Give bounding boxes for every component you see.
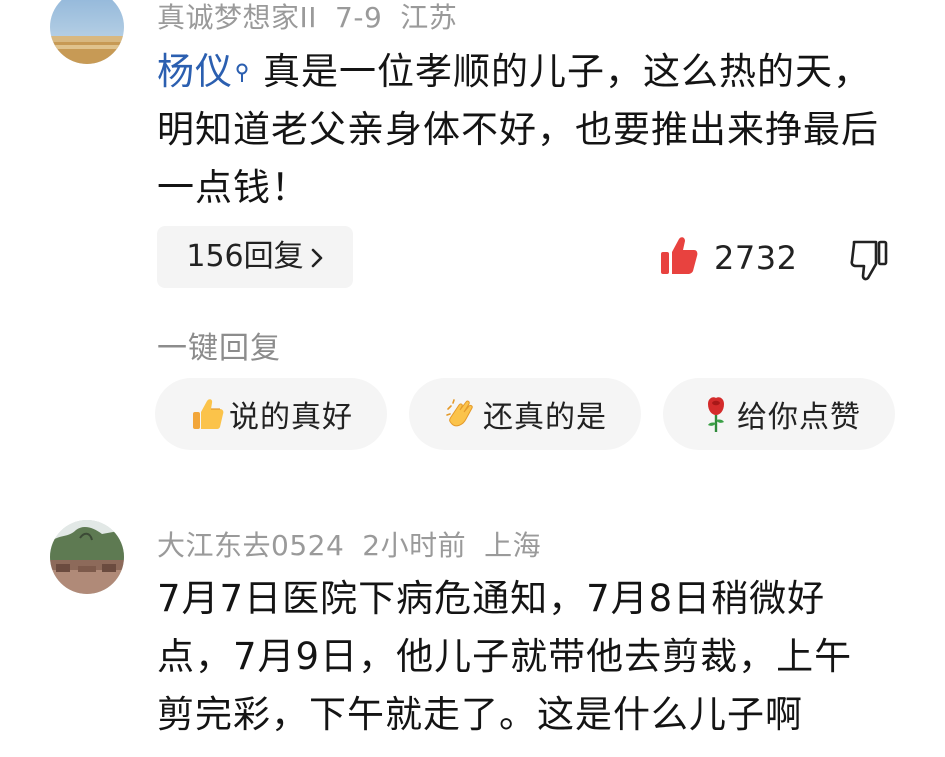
- quick-reply-text: 还真的是: [483, 400, 607, 435]
- thumbs-up-emoji-icon: [189, 395, 227, 433]
- comment-time: 2小时前: [362, 529, 467, 562]
- quick-reply-text: 给你点赞: [737, 400, 861, 435]
- like-count: 2732: [714, 239, 798, 277]
- search-person-icon[interactable]: [235, 47, 249, 105]
- comment-item: 大江东去0524 2小时前 上海 7月7日医院下病危通知，7月8日稍微好点，7月9日…: [0, 470, 945, 757]
- quick-reply-option[interactable]: 给你点赞: [663, 378, 895, 450]
- comment-item: 真诚梦想家II 7-9 江苏 杨仪 真是一位孝顺的儿子，这么热的天，明知道老父亲身体…: [0, 0, 945, 470]
- rose-emoji-icon: [697, 395, 735, 433]
- chevron-right-icon: [310, 227, 324, 289]
- comment-meta: 大江东去0524 2小时前 上海: [157, 524, 559, 564]
- username[interactable]: 真诚梦想家II: [157, 1, 317, 34]
- quick-reply-option[interactable]: 还真的是: [409, 378, 641, 450]
- like-button[interactable]: 2732: [660, 233, 797, 283]
- replies-label: 156回复: [186, 239, 304, 274]
- comment-body: 7月7日医院下病危通知，7月8日稍微好点，7月9日，他儿子就带他去剪裁，上午剪完…: [157, 577, 853, 736]
- comment-date: 7-9: [335, 1, 383, 34]
- thumbs-up-filled-icon: [660, 236, 698, 280]
- avatar[interactable]: [50, 520, 124, 594]
- username[interactable]: 大江东去0524: [157, 529, 344, 562]
- comment-location: 江苏: [400, 1, 458, 34]
- replies-button[interactable]: 156回复: [157, 226, 353, 288]
- quick-reply-text: 说的真好: [229, 400, 353, 435]
- quick-reply-option[interactable]: 说的真好: [155, 378, 387, 450]
- thumbs-down-icon[interactable]: [850, 238, 890, 282]
- comment-text: 杨仪 真是一位孝顺的儿子，这么热的天，明知道老父亲身体不好，也要推出来挣最后一点…: [157, 43, 882, 217]
- mention-link[interactable]: 杨仪: [157, 50, 233, 93]
- clapping-hands-emoji-icon: [443, 395, 481, 433]
- quick-reply-label: 一键回复: [157, 331, 281, 366]
- comment-location: 上海: [484, 529, 542, 562]
- comment-meta: 真诚梦想家II 7-9 江苏: [157, 0, 475, 36]
- comment-text: 7月7日医院下病危通知，7月8日稍微好点，7月9日，他儿子就带他去剪裁，上午剪完…: [157, 570, 882, 744]
- comment-body: 真是一位孝顺的儿子，这么热的天，明知道老父亲身体不好，也要推出来挣最后一点钱！: [157, 50, 879, 209]
- avatar[interactable]: [50, 0, 124, 64]
